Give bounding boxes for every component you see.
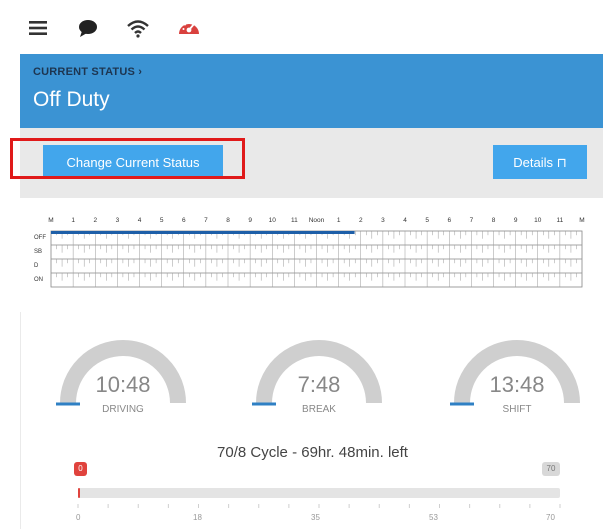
top-toolbar: [0, 0, 603, 54]
cycle-tick-70: 70: [546, 513, 555, 522]
break-label: BREAK: [302, 404, 336, 415]
log-grid: [50, 230, 583, 288]
cycle-used-fill: [78, 488, 80, 498]
driving-label: DRIVING: [102, 404, 144, 415]
current-status-link[interactable]: CURRENT STATUS ›: [33, 66, 142, 78]
cycle-end-value: 70: [546, 464, 556, 473]
cycle-start-badge: 0: [74, 462, 87, 476]
menu-icon[interactable]: [26, 14, 54, 42]
break-time: 7:48: [297, 372, 341, 397]
cycle-tick-0: 0: [76, 513, 81, 522]
cycle-tick-53: 53: [429, 513, 438, 522]
driving-time: 10:48: [95, 372, 151, 397]
current-status-banner[interactable]: CURRENT STATUS › Off Duty: [20, 54, 603, 128]
details-button[interactable]: Details ⊓: [493, 145, 587, 179]
cycle-end-badge: 70: [542, 462, 560, 476]
wifi-icon[interactable]: [124, 14, 152, 42]
shift-label: SHIFT: [502, 404, 532, 415]
change-current-status-button[interactable]: Change Current Status: [43, 145, 223, 179]
current-status-value: Off Duty: [33, 88, 110, 111]
cycle-remaining-text: 70/8 Cycle - 69hr. 48min. left: [217, 444, 408, 461]
cycle-start-value: 0: [78, 464, 83, 473]
hours-summary: 10:48 DRIVING 7:48 BREAK 13:48 SHIFT 70/…: [20, 312, 603, 529]
cycle-tick-35: 35: [311, 513, 320, 522]
action-bar: Change Current Status Details ⊓: [20, 128, 603, 198]
chat-bubble-icon[interactable]: [74, 14, 102, 42]
dashboard-gauge-icon[interactable]: [175, 14, 203, 42]
cycle-track[interactable]: [78, 488, 560, 498]
hos-log-graph: M1234567891011Noon1234567891011M OFF13:4…: [20, 198, 603, 312]
cycle-tick-18: 18: [193, 513, 202, 522]
shift-time: 13:48: [489, 372, 545, 397]
